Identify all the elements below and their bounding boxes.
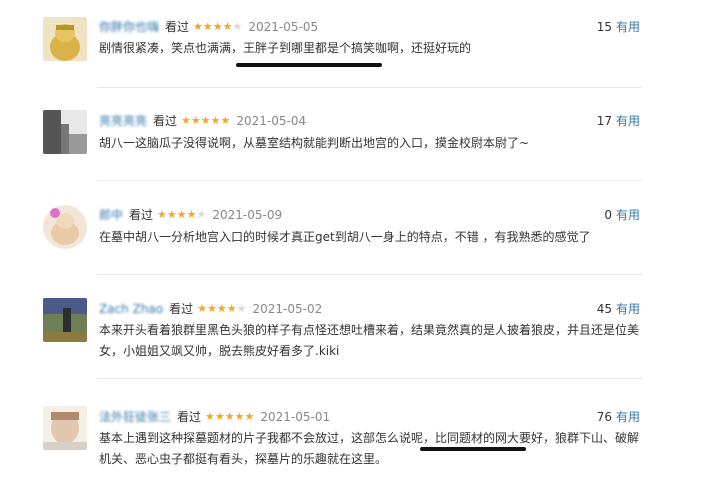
- vote-area: 76 有用: [597, 409, 640, 425]
- useful-button[interactable]: 有用: [616, 208, 640, 222]
- watch-status: 看过: [165, 20, 190, 34]
- rating-stars: ★★★★★: [181, 114, 231, 127]
- review-meta: 你胖你也嗨 看过 ★★★★★ 2021-05-05: [99, 19, 318, 35]
- vote-count: 17: [596, 114, 612, 128]
- divider: [97, 274, 642, 275]
- watch-status: 看过: [153, 114, 178, 128]
- vote-count: 45: [596, 302, 612, 316]
- vote-count: 76: [596, 410, 612, 424]
- underline-annotation: [420, 447, 526, 451]
- avatar[interactable]: [43, 406, 87, 450]
- review-date: 2021-05-02: [252, 302, 323, 316]
- watch-status: 看过: [129, 208, 154, 222]
- username-link[interactable]: Zach Zhao: [99, 301, 163, 317]
- vote-area: 17 有用: [597, 113, 640, 129]
- vote-area: 0 有用: [604, 207, 640, 223]
- username-link[interactable]: 亮亮亮亮: [99, 113, 147, 129]
- watch-status: 看过: [177, 410, 202, 424]
- rating-stars: ★★★★★: [197, 302, 247, 315]
- useful-button[interactable]: 有用: [616, 410, 640, 424]
- username-link[interactable]: 你胖你也嗨: [99, 19, 159, 35]
- username-link[interactable]: 法外狂徒张三: [99, 409, 171, 425]
- review-text: 胡八一这脑瓜子没得说啊，从墓室结构就能判断出地宫的入口，摸金校尉本尉了~: [99, 136, 530, 150]
- review-date: 2021-05-01: [260, 410, 331, 424]
- rating-stars: ★★★★★: [193, 20, 243, 33]
- review-meta: Zach Zhao 看过 ★★★★★ 2021-05-02: [99, 301, 322, 317]
- rating-stars: ★★★★★: [157, 208, 207, 221]
- avatar[interactable]: [43, 205, 87, 249]
- avatar[interactable]: [43, 17, 87, 61]
- useful-button[interactable]: 有用: [616, 302, 640, 316]
- review-date: 2021-05-09: [212, 208, 283, 222]
- vote-count: 0: [604, 208, 612, 222]
- useful-button[interactable]: 有用: [616, 20, 640, 34]
- vote-area: 45 有用: [597, 301, 640, 317]
- username-link[interactable]: 郎中: [99, 207, 123, 223]
- review-text: 在墓中胡八一分析地宫入口的时候才真正get到胡八一身上的特点，不错 ，有我熟悉的…: [99, 230, 591, 244]
- review-date: 2021-05-04: [236, 114, 307, 128]
- divider: [97, 180, 642, 181]
- avatar[interactable]: [43, 110, 87, 154]
- divider: [97, 378, 642, 379]
- review-text: 基本上遇到这种探墓题材的片子我都不会放过，这部怎么说呢，比同题材的网大要好，狼群…: [99, 431, 640, 466]
- review-meta: 亮亮亮亮 看过 ★★★★★ 2021-05-04: [99, 113, 306, 129]
- vote-count: 15: [596, 20, 612, 34]
- review-meta: 郎中 看过 ★★★★★ 2021-05-09: [99, 207, 282, 223]
- review-meta: 法外狂徒张三 看过 ★★★★★ 2021-05-01: [99, 409, 330, 425]
- review-date: 2021-05-05: [248, 20, 319, 34]
- rating-stars: ★★★★★: [205, 410, 255, 423]
- review-text: 本来开头看着狼群里黑色头狼的样子有点怪还想吐槽来着，结果竟然真的是人披着狼皮，并…: [99, 323, 640, 358]
- avatar[interactable]: [43, 298, 87, 342]
- watch-status: 看过: [169, 302, 194, 316]
- review-list: 你胖你也嗨 看过 ★★★★★ 2021-05-05 15 有用 剧情很紧凑，笑点也…: [0, 0, 720, 480]
- divider: [97, 87, 642, 88]
- underline-annotation: [236, 63, 382, 67]
- useful-button[interactable]: 有用: [616, 114, 640, 128]
- vote-area: 15 有用: [597, 19, 640, 35]
- review-text: 剧情很紧凑，笑点也满满，王胖子到哪里都是个搞笑咖啊，还挺好玩的: [99, 41, 472, 55]
